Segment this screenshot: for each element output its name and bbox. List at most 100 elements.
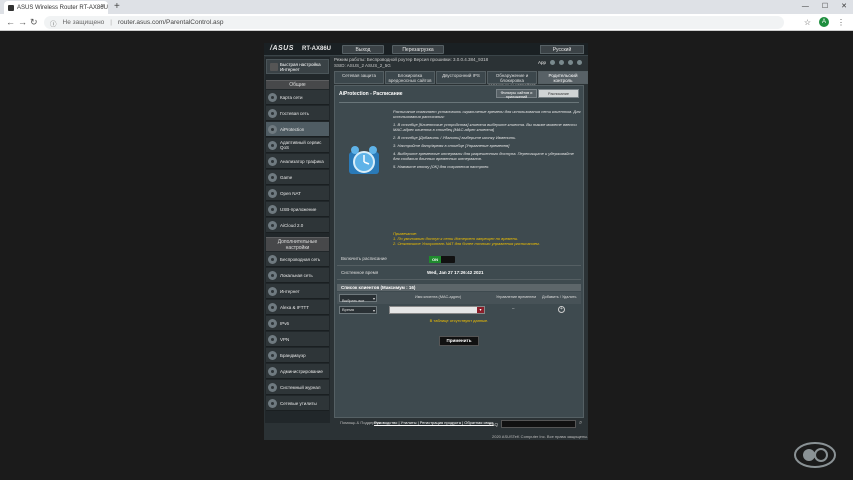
sidebar-item-lan[interactable]: Локальная сеть bbox=[266, 268, 329, 283]
usb-icon bbox=[268, 204, 277, 214]
client-table-header: Выбрать все ▾ Имя клиента (MAC-адрес) Упр… bbox=[337, 292, 581, 304]
maximize-button[interactable]: ☐ bbox=[822, 1, 828, 13]
search-icon[interactable]: ⌕ bbox=[579, 420, 582, 427]
model-name: RT-AX86U bbox=[302, 46, 332, 52]
cloud-icon bbox=[268, 220, 277, 230]
globe-icon bbox=[268, 286, 277, 296]
star-icon[interactable]: ☆ bbox=[804, 18, 811, 27]
back-arrow-icon[interactable]: ← bbox=[6, 16, 15, 28]
profile-avatar[interactable]: A bbox=[819, 17, 829, 27]
sidebar-item-system-log[interactable]: Системный журнал bbox=[266, 380, 329, 395]
aiprotection-tabs: Сетевая защита Блокировка вредоносных са… bbox=[334, 71, 588, 88]
security-label: Не защищено bbox=[62, 19, 105, 26]
col-add-remove: Добавить / Удалить bbox=[542, 295, 577, 299]
sidebar-item-network-map[interactable]: Карта сети bbox=[266, 90, 329, 105]
sidebar-item-network-tools[interactable]: Сетевые утилиты bbox=[266, 396, 329, 411]
sidebar-item-ipv6[interactable]: IPv6 bbox=[266, 316, 329, 331]
close-window-button[interactable]: ✕ bbox=[841, 1, 847, 13]
client-mac-input[interactable]: ▾ bbox=[389, 306, 485, 314]
shield-icon bbox=[268, 124, 277, 134]
sidebar-item-firewall[interactable]: Брандмауэр bbox=[266, 348, 329, 363]
gamepad-icon bbox=[268, 172, 277, 182]
logout-button[interactable]: Выход bbox=[342, 45, 384, 54]
client-input-row: Время ▾ ▾ – + bbox=[337, 305, 581, 316]
desc-step-2: 2. В столбце [Добавить / Удалить] выбери… bbox=[393, 135, 517, 140]
close-tab-icon[interactable]: × bbox=[101, 3, 105, 10]
quick-setup-button[interactable]: Быстрая настройка Интернет bbox=[266, 59, 329, 74]
tab-malicious-sites[interactable]: Блокировка вредоносных сайтов bbox=[385, 71, 435, 84]
subtabs: Фильтры сайтов и приложений Расписание bbox=[496, 89, 579, 99]
router-header: /ASUS RT-AX86U Выход Перезагрузка Русски… bbox=[264, 43, 588, 56]
browser-tab-strip: ASUS Wireless Router RT-AX86U × + — ☐ ✕ bbox=[0, 0, 853, 14]
menu-dots-icon[interactable]: ⋮ bbox=[837, 18, 845, 27]
subtab-schedule[interactable]: Расписание bbox=[538, 89, 579, 98]
reboot-button[interactable]: Перезагрузка bbox=[392, 45, 444, 54]
tools-icon bbox=[268, 398, 277, 408]
sidebar-item-administration[interactable]: Администрирование bbox=[266, 364, 329, 379]
toggle-on-label: ON bbox=[429, 256, 441, 263]
qos-icon bbox=[268, 140, 277, 150]
sidebar-item-game[interactable]: Game bbox=[266, 170, 329, 185]
sidebar-item-aicloud[interactable]: AiCloud 2.0 bbox=[266, 218, 329, 233]
section-general: Общие bbox=[266, 80, 329, 89]
asus-logo: /ASUS bbox=[270, 45, 294, 52]
internet-status-icon[interactable] bbox=[568, 60, 573, 65]
sidebar-item-aiprotection[interactable]: AiProtection bbox=[266, 122, 329, 137]
add-client-button[interactable]: + bbox=[558, 306, 565, 313]
address-bar[interactable]: ⓘ Не защищено | router.asus.com/Parental… bbox=[44, 16, 784, 29]
enable-schedule-row: Включить расписание ON bbox=[337, 253, 581, 266]
sidebar-item-traffic-analyzer[interactable]: Анализатор трафика bbox=[266, 154, 329, 169]
desc-step-1: 1. В столбце [Клиентские устройства] кли… bbox=[393, 122, 577, 132]
sidebar-item-qos[interactable]: Адаптивный сервис QoS bbox=[266, 138, 329, 153]
info-icon[interactable]: ⓘ bbox=[50, 18, 57, 28]
firewall-icon bbox=[268, 350, 277, 360]
faq-search-input[interactable] bbox=[501, 420, 576, 428]
sidebar-item-vpn[interactable]: VPN bbox=[266, 332, 329, 347]
app-label[interactable]: App bbox=[538, 60, 546, 65]
description: Расписание позволяет установить ограниче… bbox=[393, 109, 581, 172]
tab-parental-control[interactable]: Родительский контроль bbox=[538, 71, 588, 84]
note-2[interactable]: 2. Отключите Ускоритель NAT для более то… bbox=[393, 241, 581, 246]
new-tab-button[interactable]: + bbox=[114, 1, 120, 13]
alarm-clock-icon bbox=[349, 146, 379, 174]
tab-infected-devices[interactable]: Обнаружение и блокировка зараженных устр… bbox=[487, 71, 537, 88]
notes: 1. По умолчанию доступ к сети Интернет з… bbox=[393, 236, 581, 246]
alexa-icon bbox=[268, 302, 277, 312]
network-map-icon bbox=[268, 92, 277, 102]
reload-icon[interactable]: ↻ bbox=[30, 16, 38, 28]
subtab-web-filters[interactable]: Фильтры сайтов и приложений bbox=[496, 89, 537, 99]
page-title: AiProtection - Расписание bbox=[339, 91, 403, 97]
apply-button[interactable]: Применить bbox=[439, 336, 479, 346]
divider bbox=[339, 102, 579, 103]
tab-title: ASUS Wireless Router RT-AX86U bbox=[17, 4, 108, 11]
sidebar-item-wireless[interactable]: Беспроводная сеть bbox=[266, 252, 329, 267]
usb-status-icon[interactable] bbox=[559, 60, 564, 65]
select-all-dropdown[interactable]: Выбрать все ▾ bbox=[339, 294, 377, 303]
router-footer: Помощь & Поддержка Руководство | Утилиты… bbox=[334, 419, 588, 433]
log-icon bbox=[268, 382, 277, 392]
browser-tab[interactable]: ASUS Wireless Router RT-AX86U × bbox=[4, 1, 108, 14]
minimize-button[interactable]: — bbox=[802, 1, 809, 13]
admin-icon bbox=[268, 366, 277, 376]
enable-schedule-toggle[interactable]: ON bbox=[429, 256, 455, 263]
sidebar-item-open-nat[interactable]: Open NAT bbox=[266, 186, 329, 201]
refresh-status-icon[interactable] bbox=[577, 60, 582, 65]
tab-network-protection[interactable]: Сетевая защита bbox=[334, 71, 384, 84]
sidebar-item-wan[interactable]: Интернет bbox=[266, 284, 329, 299]
wizard-icon bbox=[270, 62, 278, 71]
language-select[interactable]: Русский bbox=[540, 45, 584, 54]
favicon-icon bbox=[8, 4, 14, 11]
footer-links[interactable]: Руководство | Утилиты | Регистрация прод… bbox=[374, 420, 494, 425]
sidebar-item-guest-network[interactable]: Гостевая сеть bbox=[266, 106, 329, 121]
sidebar-item-usb-app[interactable]: USB-приложение bbox=[266, 202, 329, 217]
forward-arrow-icon[interactable]: → bbox=[18, 16, 27, 28]
client-dropdown-button[interactable]: ▾ bbox=[477, 307, 484, 313]
sidebar-item-alexa[interactable]: Alexa & IFTTT bbox=[266, 300, 329, 315]
section-advanced: Дополнительные настройки bbox=[266, 237, 329, 251]
wifi-status-icon[interactable] bbox=[550, 60, 555, 65]
tab-two-way-ips[interactable]: Двусторонний IPS bbox=[436, 71, 486, 84]
site-watermark-logo bbox=[794, 442, 836, 468]
time-select[interactable]: Время ▾ bbox=[339, 306, 377, 314]
system-time-label: Системное время bbox=[341, 270, 379, 275]
chevron-down-icon: ▾ bbox=[372, 296, 375, 301]
